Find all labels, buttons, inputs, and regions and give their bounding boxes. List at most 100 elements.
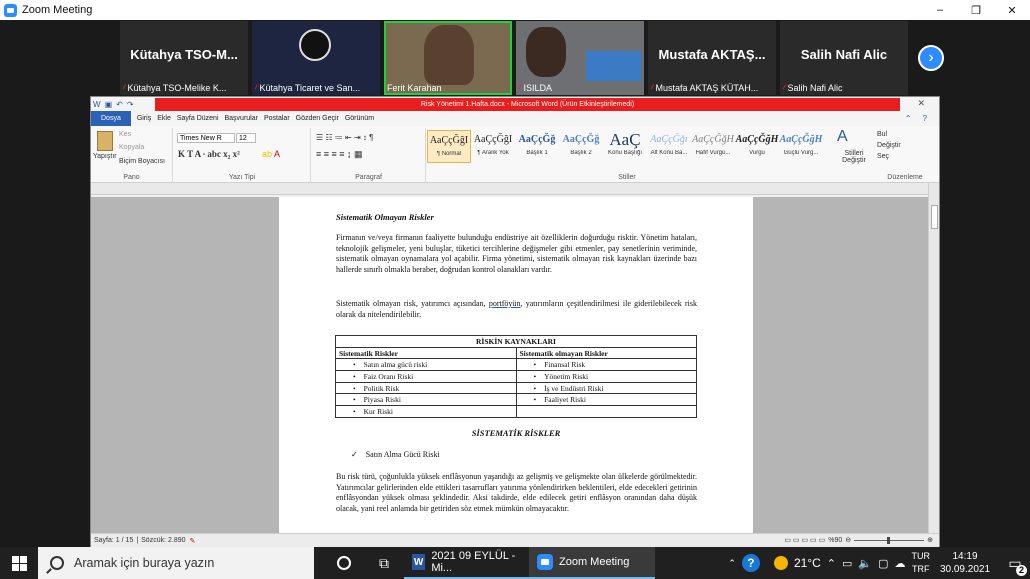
text-color-buttons[interactable]: ab A xyxy=(262,149,280,159)
participant-tile[interactable]: Mustafa AKTAŞ... ⁄ Mustafa AKTAŞ KÜTAH... xyxy=(648,21,776,95)
tab-insert[interactable]: Ekle xyxy=(157,115,171,122)
find-button[interactable]: Bul xyxy=(877,131,887,138)
save-icon[interactable]: ▣ xyxy=(105,100,113,109)
battery-icon[interactable]: ▭ xyxy=(842,557,852,570)
input-language[interactable]: TUR TRF xyxy=(912,550,931,576)
taskbar-app-word[interactable]: W 2021 09 EYLÜL - Mi... xyxy=(404,547,529,579)
table-cell: Satın alma gücü riski xyxy=(335,358,517,372)
zoom-in-icon[interactable]: ⊕ xyxy=(927,536,933,544)
font-name-box[interactable]: Times New R xyxy=(177,133,235,143)
task-view-icon[interactable]: ⧉ xyxy=(364,547,404,579)
word-count[interactable]: Sözcük: 2.890 xyxy=(141,537,185,544)
zoom-slider[interactable] xyxy=(854,536,925,544)
table-row: Politik Riskİş ve Endüstri Riski xyxy=(335,381,697,395)
replace-button[interactable]: Değiştir xyxy=(877,142,901,149)
font-size-box[interactable]: 12 xyxy=(236,133,256,143)
ribbon-collapse-icon[interactable]: ⌃ xyxy=(905,114,912,123)
style-intense-emphasis[interactable]: AaÇçĞğH Güçlü Vurg... xyxy=(779,130,823,163)
proofing-icon[interactable]: ✎ xyxy=(190,537,196,545)
redo-icon[interactable]: ↷ xyxy=(127,100,134,109)
alignment-buttons[interactable]: ≡ ≡ ≡ ≡ ↨ ▦ xyxy=(316,149,363,160)
participant-video-background xyxy=(586,51,641,81)
participant-tile[interactable]: ⁄ Kütahya Ticaret ve San... xyxy=(252,21,380,95)
taskbar-search[interactable]: Aramak için buraya yazın xyxy=(38,547,314,579)
tab-references[interactable]: Başvurular xyxy=(225,115,258,122)
paste-icon[interactable] xyxy=(97,131,113,151)
change-styles-icon[interactable]: A xyxy=(837,128,848,146)
word-app-icon: W xyxy=(412,554,426,570)
volume-icon[interactable]: 🔈 xyxy=(858,557,872,570)
close-button[interactable]: ✕ xyxy=(994,0,1030,20)
clock[interactable]: 14:19 30.09.2021 xyxy=(936,550,994,576)
section-title: SİSTEMATİK RİSKLER xyxy=(471,428,561,438)
table-cell: Politik Risk xyxy=(335,381,517,395)
style-preview: AaÇçĞğ xyxy=(518,134,556,145)
style-heading-2[interactable]: AaÇçĞğ Başlık 2 xyxy=(559,130,603,163)
zoom-level[interactable]: %90 xyxy=(828,537,842,544)
participant-tile[interactable]: Salih Nafi Alic ⁄ Salih Nafi Alic xyxy=(780,21,908,95)
style-title[interactable]: AaÇ Konu Başlığı xyxy=(603,130,647,163)
zoom-out-icon[interactable]: ⊖ xyxy=(845,536,851,544)
tab-page-layout[interactable]: Sayfa Düzeni xyxy=(177,115,219,122)
style-heading-1[interactable]: AaÇçĞğ Başlık 1 xyxy=(515,130,559,163)
participant-tile-active[interactable]: Ferit Karahan xyxy=(384,21,512,95)
zoom-titlebar: Zoom Meeting – ❐ ✕ xyxy=(0,0,1030,20)
select-button[interactable]: Seç xyxy=(877,153,889,160)
tab-view[interactable]: Görünüm xyxy=(345,115,374,122)
tab-file[interactable]: Dosya xyxy=(91,111,131,126)
style-name: Güçlü Vurg... xyxy=(783,150,819,156)
participant-tile[interactable]: Kütahya TSO-M... ⁄ Kütahya TSO-Melike K..… xyxy=(120,21,248,95)
tab-review[interactable]: Gözden Geçir xyxy=(296,115,339,122)
onedrive-icon[interactable]: ☁ xyxy=(895,557,906,570)
copy-button[interactable]: Kopyala xyxy=(119,144,144,151)
style-normal[interactable]: AaÇçĞğI ¶ Normal xyxy=(427,130,471,163)
cut-button[interactable]: Kes xyxy=(119,131,131,138)
page-count[interactable]: Sayfa: 1 / 15 xyxy=(94,537,133,544)
windows-logo-icon xyxy=(11,555,27,571)
participant-label: Salih Nafi Alic xyxy=(787,83,843,93)
mic-muted-icon: ⁄ xyxy=(255,83,257,93)
tray-overflow-icon[interactable]: ⌃ xyxy=(827,557,836,570)
paste-button[interactable]: Yapıştır xyxy=(93,153,117,160)
tab-mailings[interactable]: Postalar xyxy=(264,115,290,122)
risk-sources-table: RİSKİN KAYNAKLARI Sistematik Riskler Sis… xyxy=(335,335,697,418)
weather-sun-icon[interactable] xyxy=(773,556,788,570)
style-emphasis[interactable]: AaÇçĞğH Vurgu xyxy=(735,130,779,163)
cortana-button[interactable] xyxy=(324,547,364,579)
vertical-scrollbar[interactable] xyxy=(928,183,939,533)
word-titlebar: W ▣ ↶ ↷ Risk Yönetimi 1.Hafta.docx - Mic… xyxy=(91,97,939,111)
minimize-button[interactable]: – xyxy=(922,0,958,20)
bold-italic-underline-buttons[interactable]: K T A ∙ abc x₂ x² xyxy=(178,149,240,159)
system-tray: ⌃ ? 21°C ⌃ ▭ 🔈 ▢ ☁ TUR TRF 14:19 30.09.2… xyxy=(728,547,1030,579)
view-buttons[interactable]: ▭ ▭ ▭ ▭ ▭ xyxy=(784,536,825,544)
network-icon[interactable]: ▢ xyxy=(878,557,888,570)
notification-icon[interactable]: ▭ 2 xyxy=(1000,555,1030,576)
taskbar: Aramak için buraya yazın ⧉ W 2021 09 EYL… xyxy=(0,547,1030,579)
list-buttons[interactable]: ☰ ☷ ≔ ⇤ ⇥ ↕ ¶ xyxy=(316,133,373,142)
help-icon[interactable]: ? xyxy=(923,114,927,123)
participant-tile[interactable]: ⁄ ISILDA xyxy=(516,21,644,95)
document-page[interactable]: Sistematik Olmayan Riskler Firmanın ve/v… xyxy=(279,197,753,533)
start-button[interactable] xyxy=(0,547,38,579)
help-tray-icon[interactable]: ? xyxy=(741,554,760,572)
change-styles-button[interactable]: Stilleri Değiştir xyxy=(839,150,869,164)
search-placeholder: Aramak için buraya yazın xyxy=(74,556,215,570)
format-painter-button[interactable]: Biçim Boyacısı xyxy=(119,158,165,165)
style-preview: AaÇçĞğH xyxy=(692,134,734,145)
word-close-icon[interactable]: ✕ xyxy=(917,98,925,109)
zoom-logo-icon xyxy=(4,3,17,17)
taskbar-app-zoom[interactable]: Zoom Meeting xyxy=(529,547,655,579)
next-page-arrow-icon[interactable]: › xyxy=(918,45,944,71)
style-subtitle[interactable]: AaÇçĞğı Alt Konu Ba... xyxy=(647,130,691,163)
scroll-thumb[interactable] xyxy=(931,205,938,229)
taskbar-app-label: Zoom Meeting xyxy=(559,556,630,568)
maximize-button[interactable]: ❐ xyxy=(958,0,994,20)
document-area[interactable]: Sistematik Olmayan Riskler Firmanın ve/v… xyxy=(91,197,929,533)
search-icon xyxy=(50,556,64,570)
tab-home[interactable]: Giriş xyxy=(137,115,151,122)
style-no-spacing[interactable]: AaÇçĞğI ¶ Aralık Yok xyxy=(471,130,515,163)
weather-temp[interactable]: 21°C xyxy=(794,556,821,570)
tray-scroll-icon[interactable]: ⌃ xyxy=(728,558,736,569)
undo-icon[interactable]: ↶ xyxy=(116,100,123,109)
style-subtle-emphasis[interactable]: AaÇçĞğH Hafif Vurgu... xyxy=(691,130,735,163)
